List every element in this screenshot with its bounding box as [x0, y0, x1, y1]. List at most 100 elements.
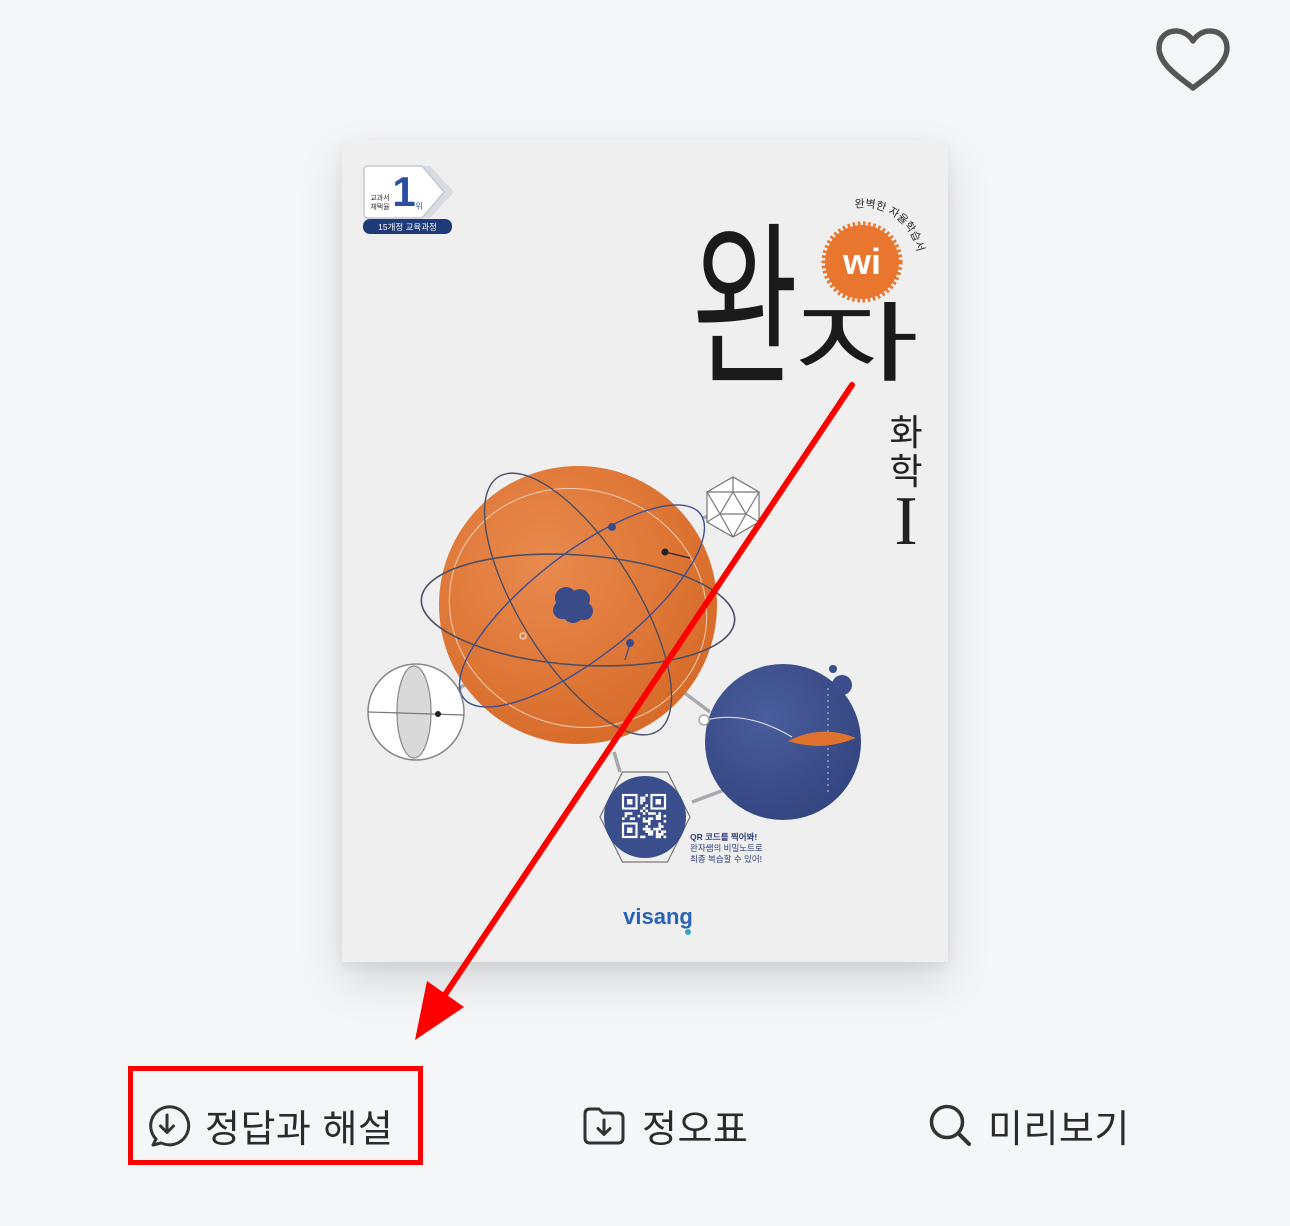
qr-module: [629, 817, 633, 820]
qr-module: [655, 833, 659, 836]
errata-label: 정오표: [642, 1108, 749, 1151]
book-cover-art: 교과서 채택율 1 위 15개정 교육과정 완 자 완벽한 자율학습서 wi 화…: [363, 165, 927, 935]
qr-module: [653, 827, 656, 831]
answers-download-label: 정답과 해설: [205, 1108, 394, 1151]
qr-module: [658, 814, 661, 818]
qr-module: [648, 820, 651, 823]
qr-module: [648, 812, 651, 815]
subject-char-1: 화: [889, 412, 922, 453]
qr-module: [650, 833, 654, 836]
qr-module: [658, 817, 661, 820]
qr-module: [650, 830, 654, 833]
errata-download-button[interactable]: 정오표: [580, 1090, 748, 1160]
qr-module: [655, 830, 659, 833]
qr-module: [658, 827, 661, 831]
qr-module: [655, 827, 659, 831]
qr-module: [645, 830, 648, 833]
preview-button[interactable]: 미리보기: [926, 1090, 1130, 1160]
search-icon: [929, 1104, 971, 1146]
badge-rank-suffix: 위: [415, 202, 422, 211]
qr-module: [645, 820, 648, 823]
qr-module: [632, 817, 635, 820]
qr-module: [648, 833, 651, 836]
qr-note-line1: QR 코드를 찍어봐!: [690, 832, 757, 842]
title-glyph-2: 자: [795, 296, 919, 393]
qr-module: [640, 796, 643, 800]
qr-module: [648, 830, 651, 833]
wi-logo-text: wi: [842, 241, 881, 282]
qr-note-line3: 최종 복습할 수 있어!: [690, 854, 762, 864]
qr-module: [642, 817, 646, 820]
qr-module: [655, 817, 659, 820]
qr-module: [645, 827, 648, 831]
qr-module: [648, 817, 651, 820]
badge-rank: 1: [392, 168, 415, 215]
publisher-name: visang: [623, 904, 693, 929]
answers-download-button[interactable]: 정답과 해설: [143, 1090, 393, 1160]
qr-note: QR 코드를 찍어봐! 완자쌤의 비밀노트로 최종 복습할 수 있어!: [690, 832, 763, 864]
white-sphere: [367, 663, 465, 761]
subject-level: I: [894, 483, 917, 560]
qr-module: [661, 830, 664, 833]
qr-module: [650, 812, 654, 815]
qr-module: [663, 814, 667, 818]
blue-sphere: [698, 664, 861, 820]
wi-logo-badge: wi: [821, 221, 903, 303]
favorite-button[interactable]: [1152, 24, 1234, 96]
qr-module: [627, 812, 630, 815]
qr-module: [622, 817, 625, 820]
qr-module: [645, 809, 648, 813]
qr-module: [640, 799, 643, 802]
nucleus: [553, 587, 593, 623]
book-cover: 교과서 채택율 1 위 15개정 교육과정 완 자 완벽한 자율학습서 wi 화…: [342, 140, 948, 962]
folder-download-icon: [583, 1107, 625, 1145]
qr-module: [658, 825, 661, 828]
qr-module: [658, 822, 661, 826]
qr-module: [661, 825, 664, 828]
qr-module: [661, 833, 664, 836]
qr-module: [629, 812, 633, 815]
qr-module: [640, 835, 643, 839]
qr-module: [645, 825, 648, 828]
qr-module: [640, 809, 643, 813]
qr-module: [640, 801, 643, 805]
qr-module: [642, 799, 646, 802]
qr-module: [624, 812, 628, 815]
badge-line2: 채택율: [370, 202, 390, 211]
preview-label: 미리보기: [988, 1108, 1130, 1151]
qr-module: [642, 812, 646, 815]
qr-module: [663, 835, 667, 839]
subject-label: 화 학 I: [889, 412, 922, 560]
qr-module: [648, 822, 651, 826]
qr-module: [663, 820, 667, 823]
qr-module: [658, 833, 661, 836]
qr-module: [653, 812, 656, 815]
qr-module: [658, 835, 661, 839]
heart-icon: [1156, 28, 1230, 91]
qr-module: [655, 814, 659, 818]
title-glyph-1: 완: [692, 210, 798, 408]
qr-module: [645, 804, 648, 807]
badge-line1: 교과서: [370, 193, 389, 202]
action-bar: 정답과 해설 정오표 미리보기: [0, 1090, 1290, 1160]
qr-module: [624, 814, 628, 818]
qr-module: [650, 817, 654, 820]
qr-module: [645, 794, 648, 797]
qr-module: [663, 830, 667, 833]
qr-module: [637, 814, 641, 818]
icosahedron: [706, 476, 760, 538]
download-circle-icon: [149, 1105, 191, 1147]
badge-curriculum: 15개정 교육과정: [378, 222, 437, 232]
qr-module: [642, 820, 646, 823]
qr-note-line2: 완자쌤의 비밀노트로: [690, 843, 763, 853]
qr-module: [648, 827, 651, 831]
qr-module: [642, 807, 646, 810]
qr-module: [642, 827, 646, 831]
publisher-logo: visang: [623, 904, 693, 935]
qr-module: [642, 835, 646, 839]
qr-module: [655, 835, 659, 839]
rank-badge: 교과서 채택율 1 위 15개정 교육과정: [363, 165, 454, 234]
qr-sphere: [599, 771, 691, 863]
qr-module: [658, 812, 661, 815]
qr-module: [642, 796, 646, 800]
